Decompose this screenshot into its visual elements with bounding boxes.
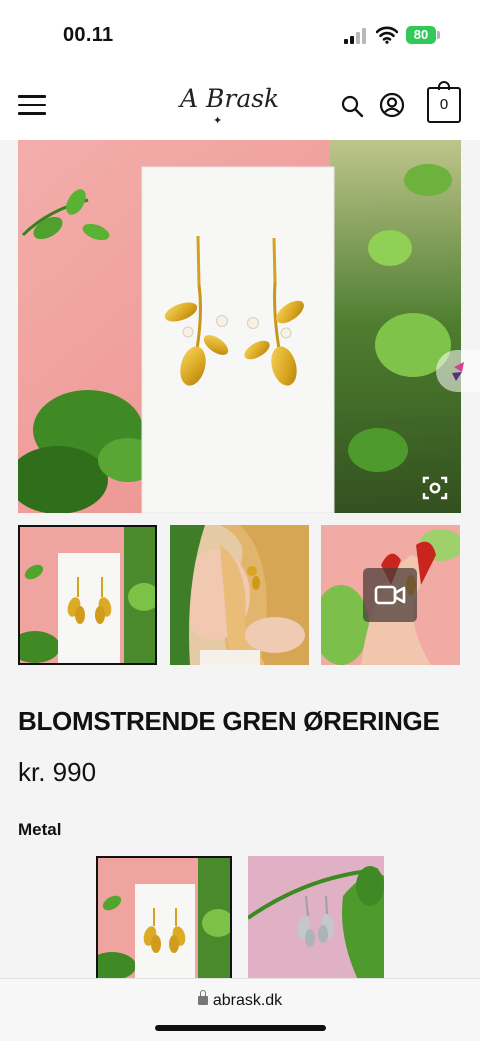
status-time: 00.11 — [63, 24, 114, 46]
thumbnail-gold-earrings[interactable] — [18, 525, 157, 665]
browser-url-bar[interactable]: abrask.dk — [0, 978, 480, 1041]
side-badge-icon[interactable] — [434, 350, 480, 392]
url-display[interactable]: abrask.dk — [0, 990, 480, 1010]
wifi-icon — [376, 26, 398, 44]
url-text: abrask.dk — [212, 992, 283, 1009]
product-title: BLOMSTRENDE GREN ØRERINGE — [18, 706, 440, 736]
brand-logo[interactable]: A Brask ✦ — [180, 84, 300, 127]
logo-star-icon: ✦ — [213, 114, 223, 127]
variant-gold[interactable] — [96, 856, 232, 980]
video-icon[interactable] — [363, 568, 417, 622]
zoom-icon[interactable] — [422, 476, 448, 500]
search-icon[interactable] — [340, 94, 364, 118]
cart-count: 0 — [439, 96, 449, 113]
lock-icon — [197, 990, 208, 1005]
battery-tip — [437, 31, 440, 39]
menu-icon[interactable] — [18, 95, 46, 115]
account-icon[interactable] — [379, 92, 405, 118]
home-indicator[interactable] — [155, 1025, 326, 1031]
variant-silver[interactable] — [248, 856, 384, 980]
main-product-image[interactable] — [18, 140, 461, 513]
cellular-signal-icon — [344, 28, 368, 44]
thumbnail-model-wearing-earrings[interactable] — [170, 525, 309, 665]
site-header: A Brask ✦ 0 — [0, 70, 480, 140]
battery-indicator: 80 — [406, 26, 436, 44]
status-bar: 00.11 80 — [0, 0, 480, 70]
option-label-metal: Metal — [18, 820, 62, 839]
cart-button[interactable]: 0 — [427, 81, 461, 123]
logo-text: A Brask — [180, 84, 280, 113]
product-price: kr. 990 — [18, 757, 97, 787]
